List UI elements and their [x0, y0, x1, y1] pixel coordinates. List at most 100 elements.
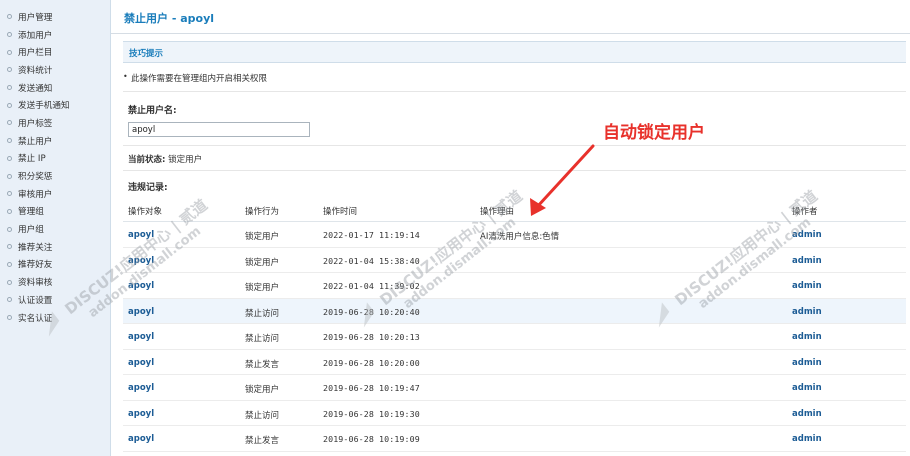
row-action: 禁止访问 — [245, 308, 280, 319]
row-time: 2022-01-17 11:19:14 — [323, 230, 420, 240]
table-row: apoyl 禁止发言 2019-06-28 10:20:00 admin — [123, 350, 906, 375]
header-operator: 操作者 — [792, 207, 818, 217]
sidebar-item-label: 禁止用户 — [18, 136, 53, 147]
bullet-circle-icon — [7, 138, 12, 144]
divider — [123, 170, 906, 171]
tip-text: 此操作需要在管理组内开启相关权限 — [131, 74, 268, 84]
annotation-label: 自动锁定用户 — [603, 123, 705, 143]
header-action: 操作行为 — [245, 207, 280, 217]
divider — [123, 91, 906, 92]
row-object-link[interactable]: apoyl — [128, 256, 154, 266]
sidebar: 用户管理添加用户用户栏目资料统计发送通知发送手机通知用户标签禁止用户禁止 IP 积… — [0, 0, 111, 456]
table-row: apoyl 锁定用户 2022-01-17 11:19:14 AI清洗用户信息:色情 a… — [123, 222, 906, 248]
row-object-link[interactable]: apoyl — [128, 307, 154, 317]
sidebar-item-label: 资料审核 — [18, 278, 53, 289]
row-time: 2019-06-28 10:20:13 — [323, 332, 420, 342]
row-object-link[interactable]: apoyl — [128, 383, 154, 393]
row-action: 禁止发言 — [245, 359, 280, 370]
bullet-circle-icon — [7, 102, 12, 108]
sidebar-item[interactable]: 推荐关注 — [0, 238, 110, 256]
row-operator-link[interactable]: admin — [792, 256, 822, 266]
row-operator-link[interactable]: admin — [792, 230, 822, 240]
sidebar-item[interactable]: 认证设置 — [0, 291, 110, 309]
sidebar-item[interactable]: 添加用户 — [0, 26, 110, 44]
row-time: 2022-01-04 15:38:40 — [323, 255, 420, 266]
table-row: apoyl 锁定用户 2019-06-28 10:19:47 admin — [123, 375, 906, 401]
row-object-link[interactable]: apoyl — [128, 434, 154, 444]
sidebar-item[interactable]: 资料审核 — [0, 273, 110, 291]
sidebar-item[interactable]: 实名认证 — [0, 309, 110, 327]
tips-title: 技巧提示 — [129, 49, 164, 59]
sidebar-item-label: 管理组 — [18, 207, 44, 218]
table-row: apoyl 锁定用户 2022-01-04 15:38:40 admin — [123, 248, 906, 273]
sidebar-item-label: 实名认证 — [18, 313, 53, 324]
sidebar-item[interactable]: 积分奖惩 — [0, 167, 110, 185]
sidebar-item[interactable]: 用户标签 — [0, 114, 110, 132]
row-action: 锁定用户 — [245, 385, 280, 395]
row-time: 2019-06-28 10:20:00 — [323, 357, 420, 368]
row-operator-link[interactable]: admin — [792, 434, 822, 444]
bullet-circle-icon — [7, 315, 12, 321]
row-object-link[interactable]: apoyl — [128, 358, 154, 368]
row-operator-link[interactable]: admin — [792, 383, 822, 393]
sidebar-item[interactable]: 管理组 — [0, 203, 110, 221]
row-object-link[interactable]: apoyl — [128, 409, 154, 419]
row-time: 2022-01-04 11:39:02 — [323, 281, 420, 291]
row-action: 锁定用户 — [245, 283, 280, 293]
tip-bullet: • — [123, 72, 128, 81]
sidebar-item-label: 发送通知 — [18, 83, 53, 94]
header-reason: 操作理由 — [480, 207, 515, 217]
bullet-circle-icon — [7, 120, 12, 126]
row-operator-link[interactable]: admin — [792, 281, 822, 291]
sidebar-item-label: 添加用户 — [18, 30, 53, 41]
bullet-circle-icon — [7, 49, 12, 55]
table-row: apoyl 锁定用户 2022-01-04 11:39:02 admin — [123, 273, 906, 299]
status-label: 当前状态: — [128, 155, 166, 165]
sidebar-item[interactable]: 推荐好友 — [0, 256, 110, 274]
bullet-circle-icon — [7, 226, 12, 232]
table-row: apoyl 禁止访问 2019-06-28 10:20:13 admin — [123, 324, 906, 350]
table-row: apoyl 禁止访问 2019-06-28 10:20:40 admin — [123, 298, 906, 324]
sidebar-item[interactable]: 禁止用户 — [0, 132, 110, 150]
sidebar-item-label: 积分奖惩 — [18, 172, 53, 183]
bullet-circle-icon — [7, 244, 12, 250]
row-action: 禁止发言 — [245, 436, 280, 446]
row-operator-link[interactable]: admin — [792, 307, 822, 317]
bullet-circle-icon — [7, 261, 12, 267]
bullet-circle-icon — [7, 173, 12, 179]
row-operator-link[interactable]: admin — [792, 409, 822, 419]
table-header: 操作对象 操作行为 操作时间 操作理由 操作者 — [123, 197, 906, 222]
header-object: 操作对象 — [128, 207, 163, 217]
table-row: apoyl 禁止发言 2019-06-28 10:19:09 admin — [123, 426, 906, 452]
sidebar-item-label: 审核用户 — [18, 189, 53, 200]
title-divider — [111, 33, 910, 34]
sidebar-item[interactable]: 用户栏目 — [0, 43, 110, 61]
row-object-link[interactable]: apoyl — [128, 332, 154, 342]
status-line: 当前状态: 锁定用户 — [128, 153, 202, 165]
row-object-link[interactable]: apoyl — [128, 230, 154, 240]
sidebar-item[interactable]: 资料统计 — [0, 61, 110, 79]
bullet-circle-icon — [7, 208, 12, 214]
bullet-circle-icon — [7, 85, 12, 91]
row-operator-link[interactable]: admin — [792, 358, 822, 368]
page-title: 禁止用户 - apoyl — [124, 12, 215, 25]
sidebar-item[interactable]: 发送手机通知 — [0, 96, 110, 114]
row-object-link[interactable]: apoyl — [128, 281, 154, 291]
sidebar-item[interactable]: 用户管理 — [0, 8, 110, 26]
sidebar-item[interactable]: 发送通知 — [0, 79, 110, 97]
sidebar-item[interactable]: 禁止 IP — [0, 150, 110, 168]
sidebar-item-label: 用户组 — [18, 225, 44, 236]
divider — [123, 145, 906, 146]
main-content: 禁止用户 - apoyl 技巧提示 • 此操作需要在管理组内开启相关权限 禁止用… — [111, 0, 910, 456]
header-time: 操作时间 — [323, 207, 358, 217]
sidebar-item-label: 发送手机通知 — [18, 101, 70, 112]
row-operator-link[interactable]: admin — [792, 332, 822, 342]
sidebar-item[interactable]: 用户组 — [0, 220, 110, 238]
status-value: 锁定用户 — [168, 155, 203, 165]
sidebar-item-label: 资料统计 — [18, 65, 53, 76]
row-action: 禁止访问 — [245, 334, 280, 344]
sidebar-item[interactable]: 审核用户 — [0, 185, 110, 203]
bullet-circle-icon — [7, 14, 12, 20]
username-input[interactable] — [128, 122, 310, 137]
bullet-circle-icon — [7, 279, 12, 285]
